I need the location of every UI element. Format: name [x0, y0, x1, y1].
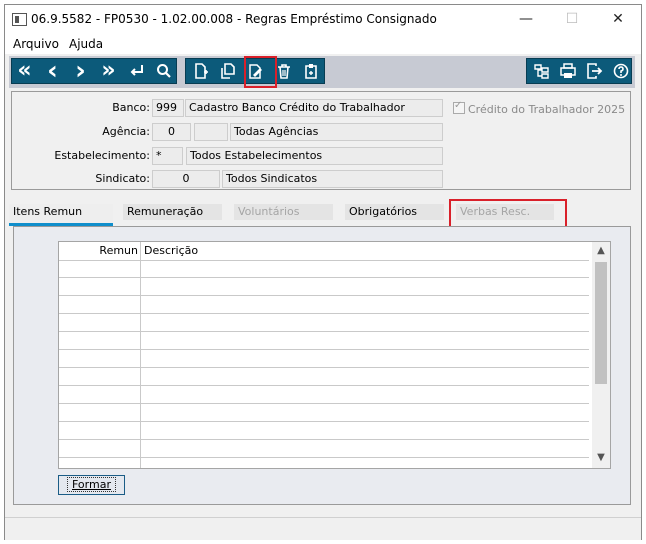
table-row[interactable]	[59, 332, 589, 350]
table-row[interactable]	[59, 314, 589, 332]
clipboard-icon	[305, 64, 317, 79]
edit-button-highlight	[244, 56, 277, 88]
banco-code-field[interactable]: 999	[152, 99, 184, 117]
grid-header: Remun Descrição	[59, 242, 589, 261]
table-row[interactable]	[59, 422, 589, 440]
agencia-description-field: Todas Agências	[230, 123, 443, 141]
formar-button[interactable]: Formar	[58, 475, 125, 495]
estabelecimento-description-field: Todos Estabelecimentos	[186, 147, 443, 165]
exit-icon	[587, 63, 603, 79]
print-button[interactable]	[556, 59, 579, 83]
print-icon	[560, 63, 576, 78]
return-icon	[130, 65, 143, 76]
agencia-digit-field[interactable]	[194, 123, 228, 141]
tree-structure-icon	[534, 64, 549, 79]
column-header-remun[interactable]: Remun	[59, 242, 141, 260]
table-row[interactable]	[59, 440, 589, 458]
previous-record-button[interactable]: ‹	[41, 56, 64, 86]
table-row[interactable]	[59, 278, 589, 296]
agencia-code-field[interactable]: 0	[152, 123, 191, 141]
sindicato-code-field[interactable]: 0	[152, 170, 220, 188]
new-document-icon	[195, 63, 208, 79]
chevron-right-icon: ›	[75, 56, 86, 86]
tab-obrigatorios[interactable]: Obrigatórios	[345, 204, 444, 220]
formar-button-label: Formar	[67, 477, 116, 492]
exit-button[interactable]	[583, 59, 606, 83]
maximize-button: ☐	[565, 11, 579, 27]
delete-icon	[278, 64, 290, 79]
banco-label: Banco:	[112, 101, 150, 114]
credito-trabalhador-label: Crédito do Trabalhador 2025	[468, 103, 626, 116]
banco-description-field: Cadastro Banco Crédito do Trabalhador	[185, 99, 443, 117]
tab-content: Remun Descrição ▲ ▼ Formar	[13, 226, 631, 505]
table-row[interactable]	[59, 350, 589, 368]
status-bar	[5, 517, 641, 540]
table-row[interactable]	[59, 458, 589, 468]
search-icon	[157, 64, 171, 78]
credito-trabalhador-checkbox: Crédito do Trabalhador 2025	[453, 100, 626, 116]
scroll-down-icon[interactable]: ▼	[592, 450, 610, 466]
app-icon	[12, 13, 27, 26]
table-row[interactable]	[59, 386, 589, 404]
window-title: 06.9.5582 - FP0530 - 1.02.00.008 - Regra…	[31, 12, 437, 26]
main-window: 06.9.5582 - FP0530 - 1.02.00.008 - Regra…	[4, 4, 642, 540]
double-chevron-left-icon: «	[17, 58, 32, 83]
next-record-button[interactable]: ›	[69, 56, 92, 86]
estabelecimento-code-field[interactable]: *	[152, 147, 183, 165]
tab-voluntarios: Voluntários	[234, 204, 333, 220]
copy-record-button[interactable]	[216, 59, 239, 83]
utility-group	[526, 58, 632, 84]
menu-arquivo[interactable]: Arquivo	[13, 37, 59, 51]
new-record-button[interactable]	[189, 59, 212, 83]
table-row[interactable]	[59, 368, 589, 386]
agencia-label: Agência:	[102, 125, 150, 138]
search-button[interactable]	[152, 59, 175, 83]
title-bar: 06.9.5582 - FP0530 - 1.02.00.008 - Regra…	[5, 5, 641, 34]
minimize-button[interactable]: —	[503, 5, 549, 34]
navigation-group: « ‹ › »	[11, 58, 177, 84]
column-header-descricao[interactable]: Descrição	[144, 242, 198, 260]
first-record-button[interactable]: «	[13, 59, 36, 83]
structure-button[interactable]	[529, 59, 552, 83]
sindicato-description-field: Todos Sindicatos	[222, 170, 443, 188]
double-chevron-right-icon: »	[101, 58, 116, 83]
enter-button[interactable]	[125, 59, 148, 83]
help-button[interactable]	[609, 59, 632, 83]
menu-ajuda[interactable]: Ajuda	[69, 37, 103, 51]
chevron-left-icon: ‹	[47, 56, 58, 86]
remun-grid[interactable]: Remun Descrição ▲ ▼	[58, 241, 611, 469]
checkbox-check-icon	[453, 100, 465, 114]
scroll-thumb[interactable]	[595, 262, 607, 384]
scroll-up-icon[interactable]: ▲	[592, 243, 610, 259]
tab-itens-remun[interactable]: Itens Remun	[9, 204, 113, 226]
tab-strip: Itens Remun Remuneração Voluntários Obri…	[9, 199, 637, 230]
sindicato-label: Sindicato:	[95, 172, 150, 185]
menu-bar: Arquivo Ajuda	[5, 34, 641, 54]
table-row[interactable]	[59, 296, 589, 314]
last-record-button[interactable]: »	[97, 59, 120, 83]
grid-scrollbar[interactable]: ▲ ▼	[592, 242, 610, 468]
help-icon	[613, 63, 629, 79]
estabelecimento-label: Estabelecimento:	[54, 149, 150, 162]
filter-panel: Banco: 999 Cadastro Banco Crédito do Tra…	[11, 91, 631, 190]
clipboard-button[interactable]	[299, 59, 322, 83]
table-row[interactable]	[59, 404, 589, 422]
table-row[interactable]	[59, 260, 589, 278]
tab-remuneracao[interactable]: Remuneração	[123, 204, 222, 220]
close-button[interactable]: ✕	[595, 5, 641, 34]
copy-document-icon	[221, 63, 235, 79]
toolbar: « ‹ › »	[9, 56, 635, 88]
